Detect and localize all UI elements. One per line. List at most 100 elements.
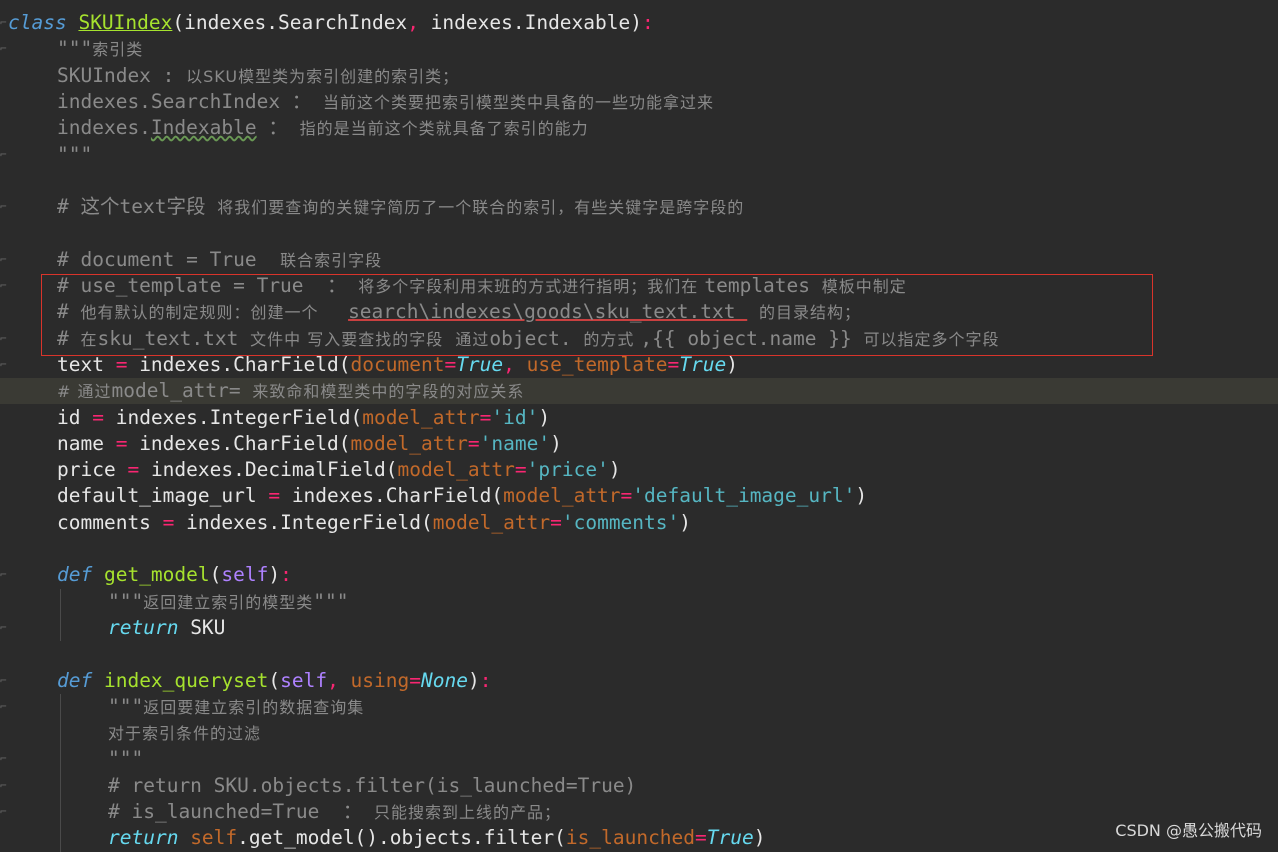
- code-token: document: [350, 352, 445, 376]
- code-token: :: [642, 11, 654, 34]
- fold-marker-icon[interactable]: ⌐: [0, 562, 8, 588]
- code-token: 索引类: [92, 40, 144, 60]
- code-line[interactable]: comments = indexes.IntegerField(model_at…: [0, 510, 1278, 536]
- fold-marker-icon[interactable]: ⌐: [0, 352, 8, 378]
- code-line[interactable]: ⌐ # is_launched=True ： 只能搜索到上线的产品；: [0, 799, 1278, 825]
- code-token: """: [57, 142, 93, 166]
- code-text: """: [108, 746, 143, 772]
- code-token: Indexable: [150, 116, 257, 140]
- code-line[interactable]: [0, 536, 1278, 562]
- code-token: :: [479, 668, 492, 692]
- code-line[interactable]: indexes.SearchIndex ： 当前这个类要把索引模型类中具备的一些…: [0, 89, 1278, 115]
- code-line[interactable]: ⌐ return SKU: [0, 615, 1278, 641]
- code-token: =: [127, 458, 140, 482]
- code-token: =: [115, 352, 128, 376]
- code-token: .get_model().objects.filter(: [237, 826, 566, 850]
- code-line[interactable]: [0, 168, 1278, 194]
- code-token: ): [855, 484, 868, 508]
- code-token: =: [667, 352, 680, 376]
- code-token: indexes.CharField(: [127, 431, 351, 455]
- code-line[interactable]: ⌐ """: [0, 142, 1278, 168]
- code-text: 对于索引条件的过滤: [108, 720, 261, 747]
- code-token: ): [753, 826, 766, 850]
- fold-marker-icon[interactable]: ⌐: [0, 326, 8, 352]
- fold-marker-icon[interactable]: ⌐: [0, 247, 8, 273]
- code-token: 将我们要查询的关键字简历了一个联合的索引，有些关键字是跨字段的: [217, 198, 745, 218]
- fold-marker-icon[interactable]: ⌐: [0, 746, 8, 772]
- fold-marker-icon[interactable]: ⌐: [0, 694, 8, 720]
- fold-marker-icon[interactable]: ⌐: [0, 10, 8, 36]
- code-line[interactable]: price = indexes.DecimalField(model_attr=…: [0, 457, 1278, 483]
- code-token: model_attr: [503, 484, 621, 508]
- fold-marker-icon[interactable]: ⌐: [0, 36, 8, 62]
- code-line[interactable]: [0, 220, 1278, 246]
- code-line[interactable]: return self.get_model().objects.filter(i…: [0, 825, 1278, 851]
- fold-marker-icon[interactable]: ⌐: [0, 799, 8, 825]
- indent-guide: [60, 693, 61, 852]
- code-token: """: [57, 37, 93, 61]
- code-token: indexes.CharField(: [280, 484, 504, 508]
- code-token: return: [108, 615, 191, 639]
- code-line[interactable]: ⌐ def get_model(self):: [0, 562, 1278, 588]
- code-token: price: [57, 458, 128, 482]
- fold-marker-icon[interactable]: ⌐: [0, 273, 8, 299]
- code-token: ): [550, 431, 562, 455]
- code-editor[interactable]: ⌐ class SKUIndex(indexes.SearchIndex, ind…: [0, 0, 1278, 852]
- code-token: indexes.IntegerField(: [103, 405, 363, 429]
- code-token: model_attr: [397, 458, 515, 482]
- code-line[interactable]: 对于索引条件的过滤: [0, 720, 1278, 746]
- code-token: ): [467, 668, 480, 692]
- fold-marker-icon[interactable]: ⌐: [0, 194, 8, 220]
- code-line[interactable]: ⌐ """: [0, 746, 1278, 772]
- code-line[interactable]: ⌐ """返回要建立索引的数据查询集: [0, 694, 1278, 720]
- code-token: =: [479, 405, 492, 429]
- code-token: 'id': [491, 405, 539, 429]
- code-token: model_attr=: [111, 379, 253, 403]
- code-text: # return SKU.objects.filter(is_launched=…: [108, 773, 636, 799]
- code-text: default_image_url = indexes.CharField(mo…: [57, 483, 867, 509]
- code-token: using: [350, 668, 410, 692]
- code-text: comments = indexes.IntegerField(model_at…: [57, 510, 691, 536]
- code-token: =: [162, 510, 175, 534]
- code-token: 对于索引条件的过滤: [108, 724, 262, 744]
- fold-marker-icon[interactable]: ⌐: [0, 615, 8, 641]
- code-token: self: [221, 563, 269, 587]
- fold-marker-icon[interactable]: ⌐: [0, 773, 8, 799]
- code-line[interactable]: SKUIndex : 以SKU模型类为索引创建的索引类；: [0, 63, 1278, 89]
- code-line[interactable]: id = indexes.IntegerField(model_attr='id…: [0, 405, 1278, 431]
- code-line[interactable]: # 通过model_attr= 来致命和模型类中的字段的对应关系: [0, 378, 1278, 405]
- code-line[interactable]: default_image_url = indexes.CharField(mo…: [0, 483, 1278, 509]
- code-token: use_template: [526, 352, 668, 376]
- fold-marker-icon[interactable]: ⌐: [0, 142, 8, 168]
- code-token: """: [313, 589, 349, 613]
- code-token: indexes.: [57, 116, 151, 140]
- code-token: SKUIndex: [78, 11, 173, 34]
- code-token: is_launched: [565, 826, 696, 850]
- code-text: # 通过model_attr= 来致命和模型类中的字段的对应关系: [57, 378, 524, 405]
- code-line[interactable]: ⌐ def index_queryset(self, using=None):: [0, 668, 1278, 694]
- code-token: self: [280, 668, 328, 692]
- code-token: 返回建立索引的模型类: [143, 592, 314, 612]
- code-line[interactable]: [0, 641, 1278, 667]
- code-token: SKU: [190, 615, 226, 639]
- fold-marker-icon[interactable]: ⌐: [0, 668, 8, 694]
- code-token: comments: [57, 510, 163, 534]
- code-token: # document = True: [57, 247, 281, 271]
- code-token: 'default_image_url': [632, 484, 856, 508]
- code-token: self: [190, 826, 238, 850]
- code-line[interactable]: ⌐ """索引类: [0, 36, 1278, 62]
- code-token: # 通过: [57, 382, 112, 402]
- code-line[interactable]: ⌐ # document = True 联合索引字段: [0, 247, 1278, 273]
- indent-guide: [60, 588, 61, 642]
- code-token: (indexes.SearchIndex: [172, 11, 408, 34]
- code-line[interactable]: ⌐ # 这个text字段 将我们要查询的关键字简历了一个联合的索引，有些关键字是跨…: [0, 194, 1278, 220]
- code-token: ,: [503, 352, 527, 376]
- code-token: (: [209, 563, 222, 587]
- code-line[interactable]: name = indexes.CharField(model_attr='nam…: [0, 431, 1278, 457]
- code-token: model_attr: [432, 510, 551, 534]
- code-line[interactable]: """返回建立索引的模型类""": [0, 589, 1278, 615]
- code-line[interactable]: indexes.Indexable ： 指的是当前这个类就具备了索引的能力: [0, 115, 1278, 141]
- code-line[interactable]: ⌐ # return SKU.objects.filter(is_launched…: [0, 773, 1278, 799]
- code-line[interactable]: ⌐ class SKUIndex(indexes.SearchIndex, ind…: [0, 10, 1278, 36]
- code-token: return: [108, 826, 191, 850]
